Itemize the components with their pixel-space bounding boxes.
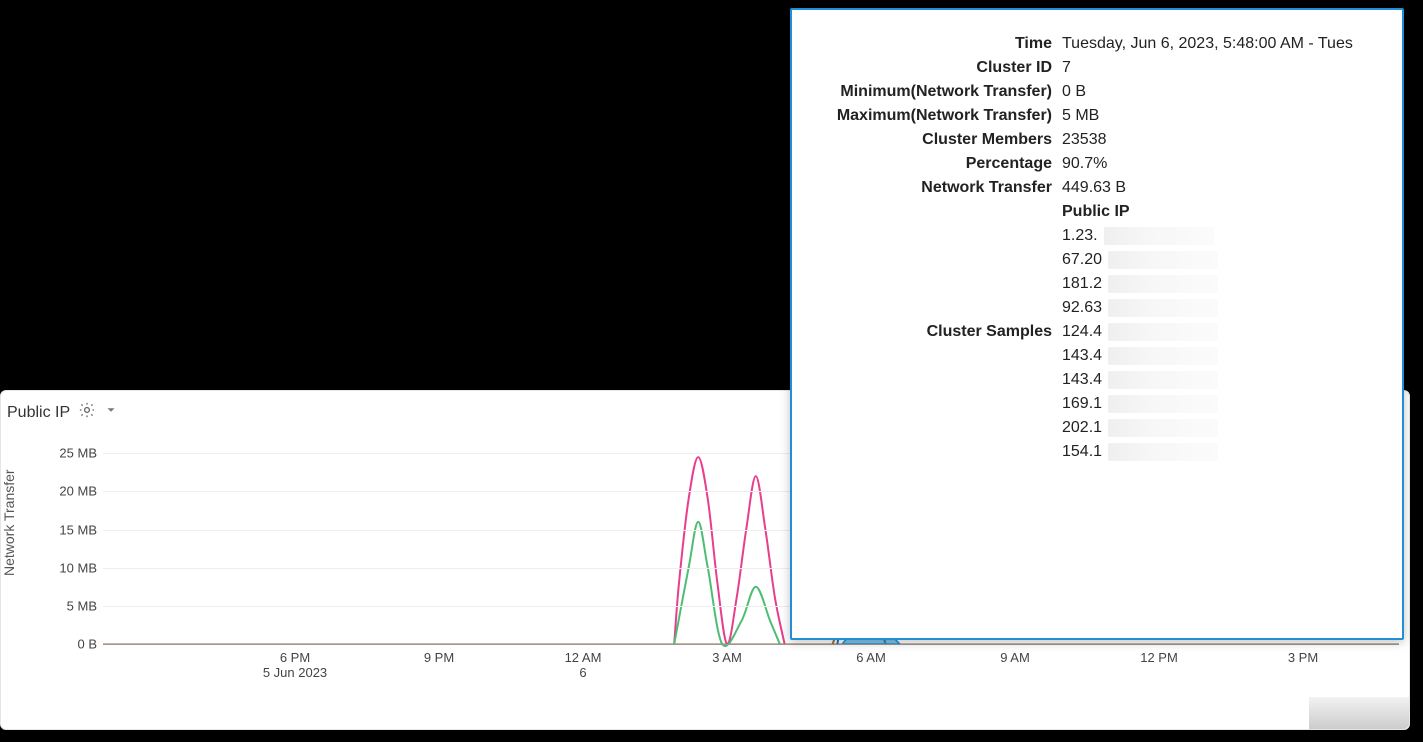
x-tick-label: 6 AM [856,650,886,665]
x-tick-label: 3 AM [712,650,742,665]
ip-value: 202.1 [1062,419,1384,437]
ip-value: 169.1 [1062,395,1384,413]
tooltip-field-value: 90.7% [1062,155,1384,173]
tooltip-field-value: 5 MB [1062,107,1384,125]
tooltip-field-value: 23538 [1062,131,1384,149]
y-tick-label: 0 B [45,637,97,652]
redacted-block [1108,251,1218,269]
ip-value: 67.20 [1062,251,1384,269]
tooltip-field-label: Maximum(Network Transfer) [816,107,1052,125]
x-tick-label: 9 PM [424,650,454,665]
tooltip-row: Cluster Members 23538 [816,131,1384,149]
chart-series-green [674,522,780,646]
tooltip-cluster-samples-row: Cluster Samples 124.4 143.4 143.4 169.1 202.… [816,323,1384,461]
tooltip-field-label: Time [816,35,1052,53]
ip-value: 143.4 [1062,347,1384,365]
tooltip-field-value: Tuesday, Jun 6, 2023, 5:48:00 AM - Tues [1062,35,1384,53]
ip-value: 1.23. [1062,227,1384,245]
tooltip-field-value: 0 B [1062,83,1384,101]
redacted-block [1108,275,1218,293]
tooltip-public-ip-header: Public IP [816,203,1384,221]
tooltip-field-value: 7 [1062,59,1384,77]
redacted-block [1108,347,1218,365]
x-tick-label: 12 AM6 [565,650,602,680]
tooltip-row: Minimum(Network Transfer) 0 B [816,83,1384,101]
x-tick-label: 3 PM [1288,650,1318,665]
redacted-block [1108,419,1218,437]
redacted-block [1108,443,1218,461]
ip-value: 143.4 [1062,371,1384,389]
y-tick-label: 5 MB [45,598,97,613]
ip-value: 154.1 [1062,443,1384,461]
tooltip-field-label: Cluster ID [816,59,1052,77]
y-tick-label: 20 MB [45,484,97,499]
y-tick-label: 15 MB [45,522,97,537]
redacted-block [1108,395,1218,413]
x-tick-label: 9 AM [1000,650,1030,665]
ip-value: 92.63 [1062,299,1384,317]
redacted-block [1108,323,1218,341]
y-tick-label: 10 MB [45,560,97,575]
y-axis-label: Network Transfer [1,469,17,576]
ip-value: 181.2 [1062,275,1384,293]
x-tick-label: 12 PM [1140,650,1178,665]
tooltip-field-label: Cluster Members [816,131,1052,149]
tooltip-row: Time Tuesday, Jun 6, 2023, 5:48:00 AM - T… [816,35,1384,53]
redacted-block [1108,299,1218,317]
y-tick-label: 25 MB [45,446,97,461]
redacted-block [1108,371,1218,389]
chart-title: Public IP [7,404,70,422]
tooltip-field-label: Network Transfer [816,179,1052,197]
tooltip-public-ip-list-row: 1.23. 67.20 181.2 92.63 [816,227,1384,317]
x-tick-label: 6 PM5 Jun 2023 [263,650,327,680]
tooltip-row: Percentage 90.7% [816,155,1384,173]
tooltip-row: Cluster ID 7 [816,59,1384,77]
tooltip-field-value: 449.63 B [1062,179,1384,197]
gear-icon[interactable] [78,401,96,424]
tooltip-field-label: Minimum(Network Transfer) [816,83,1052,101]
tooltip-row: Maximum(Network Transfer) 5 MB [816,107,1384,125]
redacted-block [1104,227,1214,245]
cluster-samples-label: Cluster Samples [816,323,1052,341]
tooltip-field-label: Percentage [816,155,1052,173]
chevron-down-icon[interactable] [104,403,118,422]
tooltip-panel: Time Tuesday, Jun 6, 2023, 5:48:00 AM - T… [790,8,1404,640]
public-ip-heading: Public IP [1062,203,1384,221]
ip-value: 124.4 [1062,323,1384,341]
tooltip-row: Network Transfer 449.63 B [816,179,1384,197]
